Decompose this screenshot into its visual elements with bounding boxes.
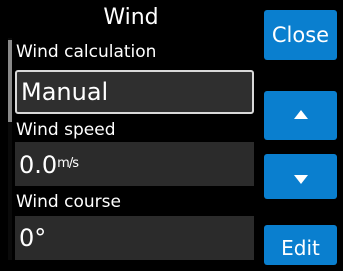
wind-calculation-label: Wind calculation (16, 42, 157, 62)
close-button[interactable]: Close (264, 10, 337, 60)
wind-speed-field[interactable]: 0.0m/s (15, 142, 254, 186)
wind-calculation-field[interactable]: Manual (15, 70, 254, 114)
arrow-up-icon (293, 109, 308, 119)
arrow-down-icon (293, 174, 308, 184)
wind-course-field[interactable]: 0° (15, 216, 254, 260)
scrollbar-thumb[interactable] (8, 40, 12, 122)
wind-calculation-value: Manual (21, 78, 109, 106)
wind-speed-unit: m/s (57, 156, 79, 171)
wind-course-value: 0° (19, 224, 47, 252)
edit-button[interactable]: Edit (264, 225, 337, 265)
wind-speed-label: Wind speed (16, 120, 116, 140)
wind-speed-value: 0.0 (19, 151, 58, 179)
scroll-down-button[interactable] (264, 154, 337, 199)
wind-course-label: Wind course (16, 192, 121, 212)
scroll-up-button[interactable] (264, 91, 337, 140)
dialog-title: Wind (103, 5, 159, 30)
